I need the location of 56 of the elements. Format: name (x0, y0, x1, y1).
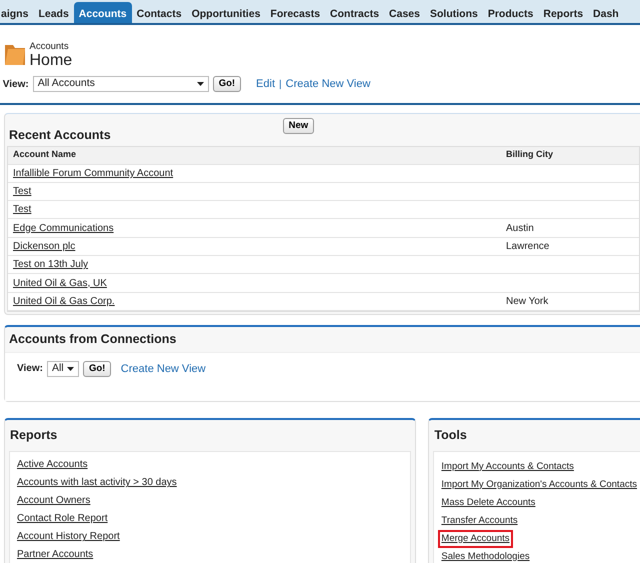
nav-tab[interactable]: Opportunities (186, 2, 266, 23)
report-link[interactable]: Accounts with last activity > 30 days (17, 475, 177, 490)
tool-link[interactable]: Transfer Accounts (438, 512, 521, 530)
report-link[interactable]: Account Owners (17, 493, 90, 508)
nav-tab[interactable]: Contacts (132, 2, 187, 23)
billing-city: New York (506, 294, 548, 309)
tool-link[interactable]: Sales Methodologies (438, 548, 533, 563)
nav-tab[interactable]: Accounts (74, 2, 132, 23)
view-label: View: (2, 78, 29, 92)
billing-city: Austin (506, 222, 534, 236)
nav-tab[interactable]: Cases (384, 2, 425, 23)
caret-icon (196, 82, 204, 86)
column-header: Account Name (13, 149, 76, 160)
nav-tab[interactable]: Reports (538, 2, 588, 23)
view-label: View: (17, 362, 43, 376)
tool-link[interactable]: Merge Accounts (438, 530, 513, 548)
nav-tab[interactable]: Contracts (325, 2, 384, 23)
column-header: Billing City (506, 148, 553, 162)
tool-link[interactable]: Import My Accounts & Contacts (438, 458, 577, 476)
create-new-view-link[interactable]: Create New View (120, 360, 206, 378)
nav-tab[interactable]: Products (482, 2, 538, 23)
go-button[interactable]: Go! (82, 360, 112, 377)
report-link[interactable]: Account History Report (17, 529, 120, 544)
panel-title: Recent Accounts (9, 126, 111, 144)
tool-link[interactable]: Mass Delete Accounts (438, 494, 538, 512)
nav-tab[interactable]: Solutions (425, 2, 483, 23)
nav-tab[interactable]: Leads (33, 2, 74, 23)
report-link[interactable]: Partner Accounts (17, 547, 94, 562)
report-link[interactable]: Active Accounts (17, 457, 88, 472)
account-link[interactable]: Test (13, 204, 32, 216)
caret-icon (66, 366, 74, 371)
breadcrumb: Accounts (30, 41, 70, 52)
go-button[interactable]: Go! (212, 76, 242, 92)
account-link[interactable]: Test on 13th July (13, 259, 88, 270)
nav-tab[interactable]: Forecasts (265, 2, 326, 23)
tool-link[interactable]: Import My Organization's Accounts & Contacts (438, 476, 640, 494)
create-new-view-link[interactable]: Create New View (286, 76, 370, 92)
account-link[interactable]: Edge Communications (13, 222, 114, 234)
page-title: Home (30, 52, 72, 70)
panel-title: Accounts from Connections (8, 330, 178, 348)
account-link[interactable]: Test (13, 186, 32, 198)
nav-tab[interactable]: aigns (0, 2, 34, 23)
panel-title: Tools (433, 427, 468, 444)
view-select[interactable]: All Accounts (32, 76, 209, 92)
new-button[interactable]: New (282, 118, 314, 134)
billing-city: Lawrence (506, 240, 550, 254)
account-link[interactable]: United Oil & Gas Corp. (13, 296, 115, 307)
panel-title: Reports (9, 427, 58, 444)
view-select[interactable]: All (46, 360, 79, 377)
account-link[interactable]: Infallible Forum Community Account (13, 168, 174, 179)
separator: | (279, 78, 282, 92)
nav-tab[interactable]: Dash (588, 2, 624, 23)
account-link[interactable]: Dickenson plc (13, 241, 76, 252)
report-link[interactable]: Contact Role Report (17, 511, 108, 526)
edit-link[interactable]: Edit (256, 76, 276, 92)
account-link[interactable]: United Oil & Gas, UK (13, 278, 107, 289)
